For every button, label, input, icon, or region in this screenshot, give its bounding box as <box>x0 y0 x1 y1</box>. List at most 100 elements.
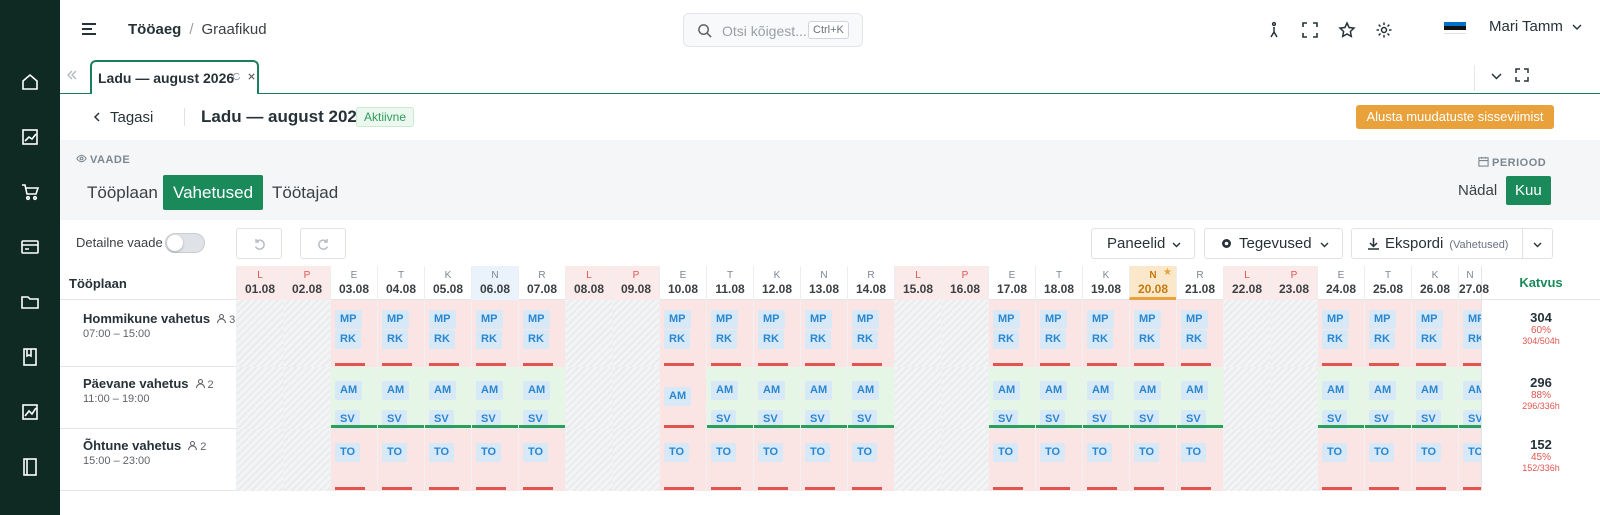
shift-cell[interactable]: TO <box>377 429 424 491</box>
shift-cell[interactable]: TO <box>424 429 471 491</box>
shift-cell[interactable]: MP RK <box>1082 300 1129 367</box>
shift-cell[interactable]: AM SV <box>1035 367 1083 429</box>
day-header[interactable]: R 07.08 <box>518 266 565 300</box>
shift-cell[interactable]: MP RK <box>1458 300 1493 367</box>
shift-cell[interactable] <box>1223 429 1270 491</box>
assignment-chip[interactable]: RK <box>993 330 1019 349</box>
card-icon[interactable] <box>20 237 40 257</box>
tab-ladu-august[interactable]: Ladu — august 2026 <box>90 60 259 94</box>
shift-cell[interactable]: MP RK <box>800 300 847 367</box>
assignment-chip[interactable]: RK <box>711 330 737 349</box>
shift-cell[interactable]: AM SV <box>1364 367 1412 429</box>
shift-cell[interactable] <box>941 429 988 491</box>
day-header[interactable]: K 05.08 <box>424 266 471 300</box>
assignment-chip[interactable]: RK <box>852 330 878 349</box>
shift-cell[interactable]: TO <box>753 429 800 491</box>
close-icon[interactable] <box>247 72 256 81</box>
assignment-chip[interactable]: TO <box>758 443 784 462</box>
assignment-chip[interactable]: MP <box>476 310 503 329</box>
assignment-chip[interactable]: AM <box>335 381 363 400</box>
shift-cell[interactable]: MP RK <box>988 300 1035 367</box>
document-icon[interactable] <box>20 457 40 477</box>
day-header[interactable]: K 12.08 <box>753 266 800 300</box>
assignment-chip[interactable]: MP <box>429 310 456 329</box>
shift-cell[interactable]: TO <box>1364 429 1411 491</box>
fullscreen-icon[interactable] <box>1301 21 1319 39</box>
assignment-chip[interactable]: MP <box>1134 310 1161 329</box>
assignment-chip[interactable]: RK <box>664 330 690 349</box>
view-option-3[interactable]: Töötajad <box>262 175 348 210</box>
assignment-chip[interactable]: RK <box>335 330 361 349</box>
day-header[interactable]: L 08.08 <box>565 266 612 300</box>
assignment-chip[interactable]: RK <box>1134 330 1160 349</box>
view-option-1[interactable]: Tööplaan <box>77 175 168 210</box>
assignment-chip[interactable]: MP <box>1087 310 1114 329</box>
shift-cell[interactable]: MP RK <box>1176 300 1223 367</box>
breadcrumb-home[interactable]: Tööaeg <box>128 21 181 38</box>
shift-cell[interactable]: MP RK <box>377 300 424 367</box>
assignment-chip[interactable]: AM <box>429 381 457 400</box>
gear-icon[interactable] <box>1375 21 1393 39</box>
assignment-chip[interactable]: RK <box>1087 330 1113 349</box>
shift-cell[interactable]: TO <box>1317 429 1364 491</box>
back-button[interactable]: Tagasi <box>92 109 153 126</box>
day-header[interactable]: L 01.08 <box>236 266 283 300</box>
redo-button[interactable] <box>300 228 346 259</box>
chevron-down-icon[interactable] <box>1490 70 1503 83</box>
assignment-chip[interactable]: RK <box>1040 330 1066 349</box>
shift-cell[interactable]: AM SV <box>1458 367 1506 429</box>
shift-cell[interactable] <box>283 300 330 367</box>
shift-cell[interactable]: AM SV <box>1082 367 1130 429</box>
assignment-chip[interactable]: RK <box>1181 330 1207 349</box>
shift-cell[interactable] <box>236 367 283 429</box>
assignment-chip[interactable]: MP <box>805 310 832 329</box>
assignment-chip[interactable]: MP <box>1416 310 1443 329</box>
shift-cell[interactable] <box>941 300 988 367</box>
shift-cell[interactable]: TO <box>1129 429 1176 491</box>
assignment-chip[interactable]: TO <box>335 443 361 462</box>
shift-cell[interactable]: MP RK <box>471 300 518 367</box>
assignment-chip[interactable]: TO <box>1322 443 1348 462</box>
shift-cell[interactable] <box>236 300 283 367</box>
assignment-chip[interactable]: TO <box>1134 443 1160 462</box>
shift-cell[interactable]: TO <box>1082 429 1129 491</box>
assignment-chip[interactable]: MP <box>1040 310 1067 329</box>
export-button[interactable]: Ekspordi (Vahetused) <box>1351 228 1553 259</box>
shift-cell[interactable] <box>1270 300 1317 367</box>
assignment-chip[interactable]: TO <box>1087 443 1113 462</box>
shift-cell[interactable]: AM SV <box>988 367 1036 429</box>
shift-cell[interactable] <box>236 429 283 491</box>
shift-cell[interactable] <box>1270 367 1317 429</box>
shift-cell[interactable]: AM SV <box>1129 367 1177 429</box>
assignment-chip[interactable]: TO <box>1181 443 1207 462</box>
home-icon[interactable] <box>20 72 40 92</box>
assignment-chip[interactable]: AM <box>805 381 833 400</box>
shift-cell[interactable]: AM SV <box>800 367 848 429</box>
shift-cell[interactable]: TO <box>471 429 518 491</box>
shift-cell[interactable]: MP RK <box>1129 300 1176 367</box>
shift-cell[interactable]: MP RK <box>753 300 800 367</box>
assignment-chip[interactable]: MP <box>758 310 785 329</box>
assignment-chip[interactable]: RK <box>1369 330 1395 349</box>
assignment-chip[interactable]: MP <box>852 310 879 329</box>
day-header[interactable]: E 17.08 <box>988 266 1035 300</box>
assignment-chip[interactable]: RK <box>382 330 408 349</box>
assignment-chip[interactable]: TO <box>476 443 502 462</box>
shift-cell[interactable]: TO <box>847 429 894 491</box>
shift-cell[interactable]: MP RK <box>330 300 377 367</box>
star-icon[interactable] <box>1338 21 1356 39</box>
shift-cell[interactable]: MP RK <box>518 300 565 367</box>
shift-cell[interactable]: AM SV <box>330 367 378 429</box>
shift-cell[interactable] <box>894 367 941 429</box>
assignment-chip[interactable]: AM <box>523 381 551 400</box>
period-option-2[interactable]: Kuu <box>1506 176 1551 205</box>
shift-cell[interactable] <box>565 300 612 367</box>
assignment-chip[interactable]: AM <box>758 381 786 400</box>
book-icon[interactable] <box>20 347 40 367</box>
shift-cell[interactable] <box>283 367 330 429</box>
assignment-chip[interactable]: TO <box>523 443 549 462</box>
shift-cell[interactable]: TO <box>800 429 847 491</box>
assignment-chip[interactable]: TO <box>429 443 455 462</box>
actions-dropdown[interactable]: Tegevused <box>1204 228 1343 259</box>
shift-cell[interactable]: TO <box>330 429 377 491</box>
